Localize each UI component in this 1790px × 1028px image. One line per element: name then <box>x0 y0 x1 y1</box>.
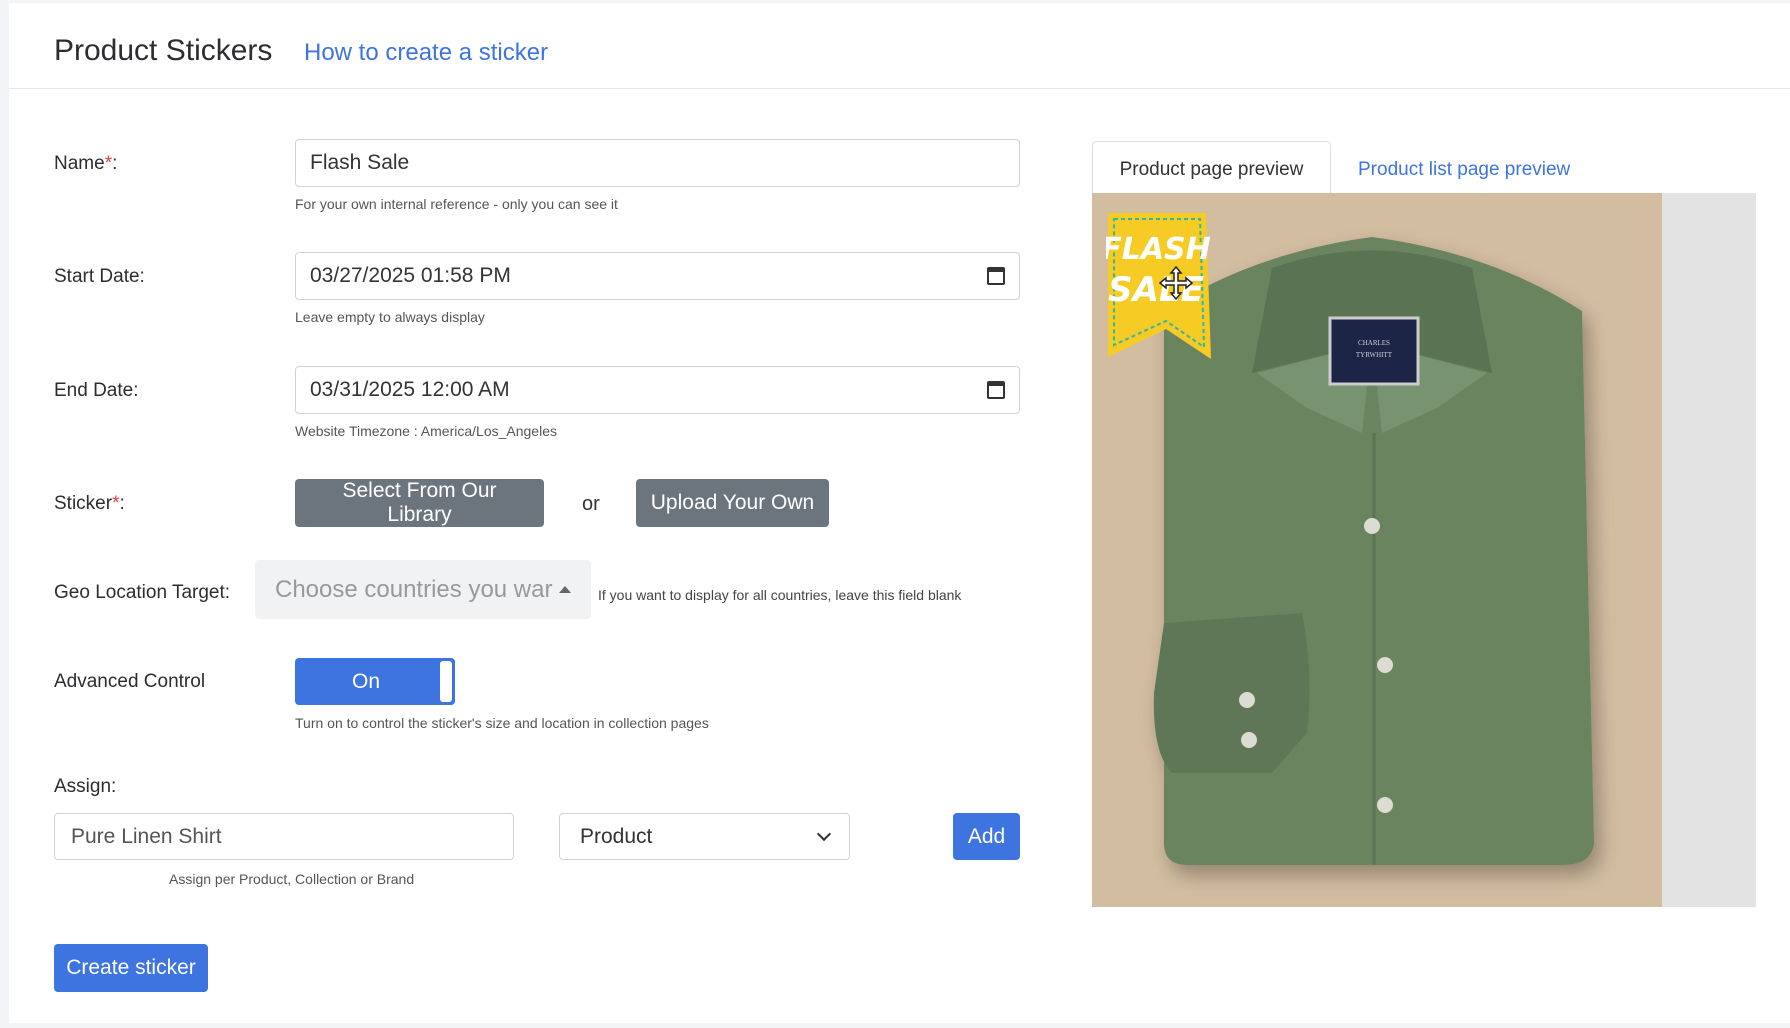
country-select[interactable]: Choose countries you war <box>255 560 591 619</box>
end-date-input[interactable]: 03/31/2025 12:00 AM <box>295 366 1020 414</box>
name-input-value: Flash Sale <box>310 151 410 174</box>
end-date-label: End Date: <box>54 380 139 401</box>
assign-type-value: Product <box>580 824 653 848</box>
preview-tabs: Product page preview Product list page p… <box>1092 137 1764 197</box>
how-to-link[interactable]: How to create a sticker <box>304 39 548 67</box>
sticker-editor-panel: Product Stickers How to create a sticker… <box>9 3 1790 1023</box>
caret-up-icon <box>559 586 571 593</box>
assign-search-value: Pure Linen Shirt <box>71 824 222 848</box>
geo-label: Geo Location Target: <box>54 582 231 603</box>
advanced-help: Turn on to control the sticker's size an… <box>295 715 709 731</box>
or-text: or <box>582 493 600 515</box>
calendar-icon[interactable] <box>987 381 1005 399</box>
name-label: Name*: <box>54 153 118 174</box>
sticker-text-line-1: FLASH <box>1106 232 1211 267</box>
name-input[interactable]: Flash Sale <box>295 139 1020 187</box>
product-image: CHARLES TYRWHITT FLASH SALE <box>1092 193 1662 907</box>
geo-help: If you want to display for all countries… <box>598 587 962 603</box>
page-title: Product Stickers <box>54 34 273 67</box>
tab-product-page-preview[interactable]: Product page preview <box>1092 141 1331 197</box>
start-date-help: Leave empty to always display <box>295 309 485 325</box>
end-date-help: Website Timezone : America/Los_Angeles <box>295 423 557 439</box>
end-date-value: 03/31/2025 12:00 AM <box>310 378 510 401</box>
shirt-label-line-2: TYRWHITT <box>1356 351 1393 359</box>
preview-area: CHARLES TYRWHITT FLASH SALE <box>1092 193 1756 907</box>
name-help: For your own internal reference - only y… <box>295 196 618 212</box>
page-header: Product Stickers How to create a sticker <box>9 3 1790 89</box>
start-date-label: Start Date: <box>54 266 145 287</box>
select-library-button[interactable]: Select From Our Library <box>295 479 544 527</box>
calendar-icon[interactable] <box>987 267 1005 285</box>
add-button[interactable]: Add <box>953 813 1020 860</box>
shirt-label-line-1: CHARLES <box>1358 339 1390 347</box>
assign-help: Assign per Product, Collection or Brand <box>169 871 415 887</box>
sticker-label: Sticker*: <box>54 493 125 514</box>
assign-search-input[interactable]: Pure Linen Shirt <box>54 813 514 860</box>
move-cursor-icon <box>1158 265 1194 301</box>
start-date-input[interactable]: 03/27/2025 01:58 PM <box>295 252 1020 300</box>
tab-product-list-page-preview[interactable]: Product list page preview <box>1358 159 1570 181</box>
start-date-value: 03/27/2025 01:58 PM <box>310 264 511 287</box>
assign-type-select[interactable]: Product <box>559 813 850 860</box>
chevron-down-icon <box>816 826 832 841</box>
create-sticker-button[interactable]: Create sticker <box>54 944 208 992</box>
country-select-placeholder: Choose countries you war <box>275 575 553 603</box>
toggle-knob <box>440 661 452 702</box>
assign-label: Assign: <box>54 776 117 797</box>
advanced-control-label: Advanced Control <box>54 671 206 692</box>
upload-own-button[interactable]: Upload Your Own <box>636 479 829 527</box>
advanced-control-toggle[interactable]: On <box>295 658 455 705</box>
toggle-state: On <box>351 669 380 693</box>
